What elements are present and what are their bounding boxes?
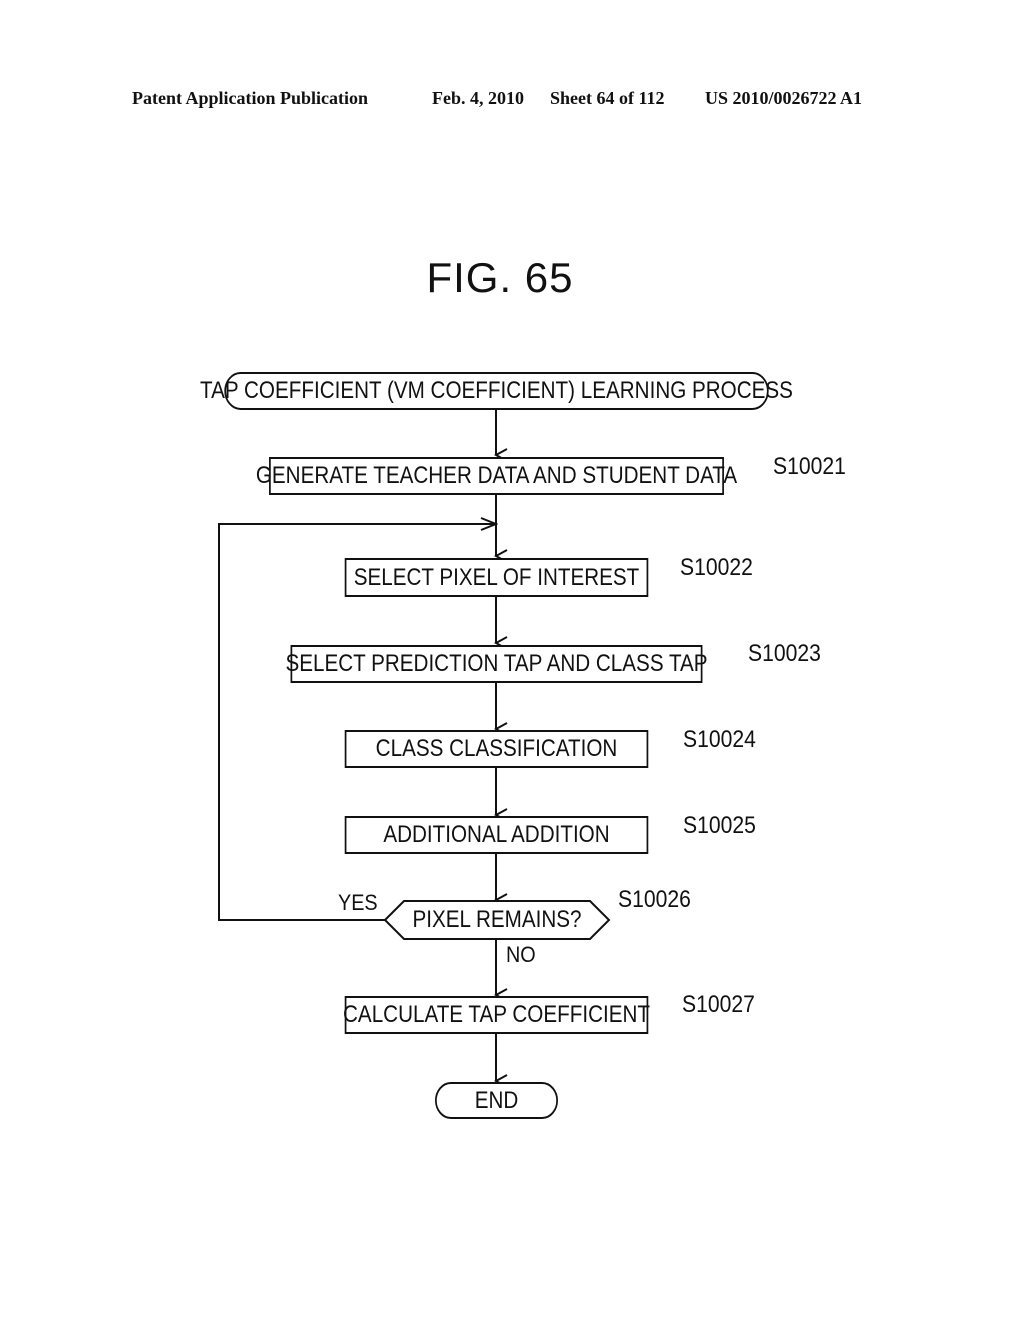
end-terminal: END	[435, 1082, 558, 1119]
step-s10022-label: S10022	[680, 554, 753, 581]
step-s10027-box: CALCULATE TAP COEFFICIENT	[343, 996, 650, 1034]
step-s10026-label: S10026	[618, 886, 691, 913]
step-s10024-box: CLASS CLASSIFICATION	[344, 730, 649, 768]
start-terminal: TAP COEFFICIENT (VM COEFFICIENT) LEARNIN…	[200, 372, 793, 410]
step-s10025-box: ADDITIONAL ADDITION	[344, 816, 649, 854]
step-s10021-label: S10021	[773, 453, 846, 480]
step-s10027-label: S10027	[682, 991, 755, 1018]
step-s10022-box: SELECT PIXEL OF INTEREST	[344, 558, 649, 597]
step-s10023-box: SELECT PREDICTION TAP AND CLASS TAP	[285, 645, 708, 683]
decision-no-label: NO	[506, 942, 536, 967]
decision-yes-label: YES	[338, 890, 378, 915]
step-s10024-label: S10024	[683, 726, 756, 753]
step-s10026-decision: PIXEL REMAINS?	[412, 906, 582, 933]
step-s10023-label: S10023	[748, 640, 821, 667]
step-s10025-label: S10025	[683, 812, 756, 839]
step-s10021-box: GENERATE TEACHER DATA AND STUDENT DATA	[256, 457, 737, 495]
